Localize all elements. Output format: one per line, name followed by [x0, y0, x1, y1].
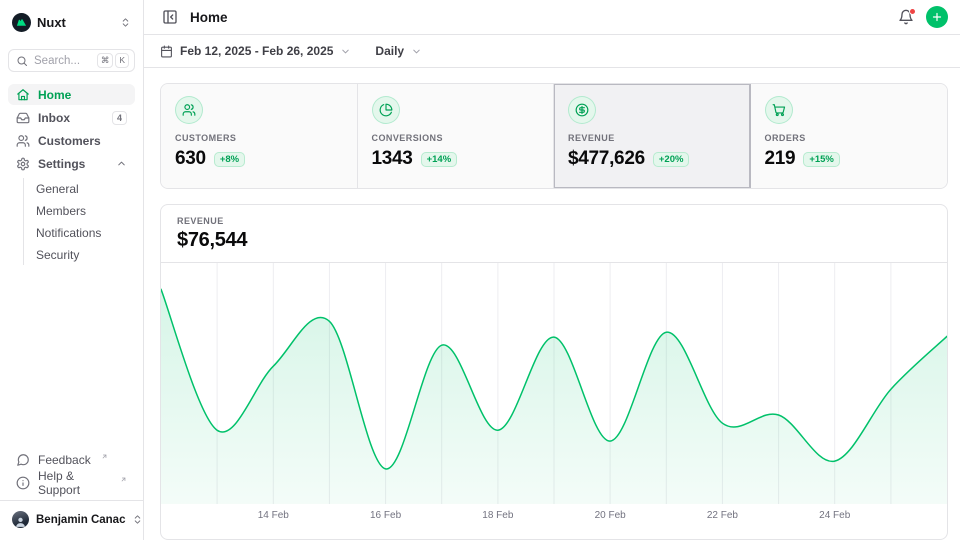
notifications-button[interactable] [896, 7, 916, 27]
sidebar-item-notifications[interactable]: Notifications [26, 222, 135, 243]
page-header: Home [144, 0, 960, 35]
help-support-link[interactable]: Help & Support [8, 472, 135, 493]
search-icon [16, 55, 28, 67]
sidebar-item-customers[interactable]: Customers [8, 130, 135, 151]
shopping-cart-icon [765, 96, 793, 124]
stat-delta-badge: +20% [653, 152, 690, 167]
avatar [12, 511, 29, 528]
x-axis-tick: 22 Feb [707, 510, 738, 521]
chevrons-up-down-icon [132, 514, 143, 525]
search-shortcut: ⌘ K [97, 53, 129, 68]
sidebar-item-settings[interactable]: Settings [8, 153, 135, 174]
sidebar-collapse-button[interactable] [160, 7, 180, 27]
filters-toolbar: Feb 12, 2025 - Feb 26, 2025 Daily [144, 35, 960, 68]
stat-value: 219 [765, 148, 796, 170]
stat-value: $477,626 [568, 148, 645, 170]
sidebar-footer-links: Feedback Help & Support [8, 449, 135, 493]
users-icon [16, 134, 30, 148]
x-axis-tick: 24 Feb [819, 510, 850, 521]
sidebar-item-label: Home [38, 88, 127, 102]
users-icon [175, 96, 203, 124]
sidebar-item-members[interactable]: Members [26, 200, 135, 221]
stat-card-orders[interactable]: ORDERS 219 +15% [751, 84, 948, 188]
date-range-label: Feb 12, 2025 - Feb 26, 2025 [180, 44, 333, 58]
stat-delta-badge: +15% [803, 152, 840, 167]
chart-metric-label: REVENUE [177, 216, 931, 226]
external-link-icon [101, 453, 108, 460]
stat-delta-badge: +14% [421, 152, 458, 167]
date-range-picker[interactable]: Feb 12, 2025 - Feb 26, 2025 [160, 44, 351, 58]
pie-chart-icon [372, 96, 400, 124]
panel-left-close-icon [162, 9, 178, 25]
x-axis-tick: 16 Feb [370, 510, 401, 521]
user-name: Benjamin Canac [36, 514, 125, 526]
stat-label: CONVERSIONS [372, 133, 443, 143]
x-axis-tick: 20 Feb [595, 510, 626, 521]
stat-label: CUSTOMERS [175, 133, 236, 143]
calendar-icon [160, 45, 173, 58]
stat-card-conversions[interactable]: CONVERSIONS 1343 +14% [358, 84, 555, 188]
stats-cards: CUSTOMERS 630 +8% CONVERSIONS 1343 +14% RE… [160, 83, 948, 189]
chart-plot-area[interactable] [161, 263, 947, 504]
info-icon [16, 476, 30, 490]
feedback-label: Feedback [38, 453, 91, 467]
chart-x-axis: 14 Feb 16 Feb 18 Feb 20 Feb 22 Feb 24 Feb [161, 504, 947, 532]
stat-label: REVENUE [568, 133, 615, 143]
chevron-down-icon [340, 46, 351, 57]
sidebar-item-label: Settings [38, 157, 108, 171]
search-input[interactable]: Search... ⌘ K [8, 49, 135, 72]
sidebar-item-home[interactable]: Home [8, 84, 135, 105]
inbox-count-badge: 4 [112, 111, 127, 125]
revenue-area-chart [161, 263, 947, 504]
chevron-up-icon [116, 158, 127, 169]
user-menu[interactable]: Benjamin Canac [8, 507, 135, 532]
inbox-icon [16, 111, 30, 125]
help-support-label: Help & Support [38, 469, 110, 497]
stat-value: 1343 [372, 148, 413, 170]
chevron-down-icon [411, 46, 422, 57]
add-button[interactable] [926, 6, 948, 28]
sidebar-item-label: Customers [38, 134, 127, 148]
stat-delta-badge: +8% [214, 152, 245, 167]
sidebar-nav: Home Inbox 4 Customers Settings [8, 84, 135, 265]
page-content: CUSTOMERS 630 +8% CONVERSIONS 1343 +14% RE… [144, 68, 960, 540]
stat-card-revenue[interactable]: REVENUE $477,626 +20% [554, 84, 751, 188]
circle-dollar-icon [568, 96, 596, 124]
external-link-icon [120, 476, 127, 483]
sidebar-spacer [8, 265, 135, 449]
page-title: Home [190, 10, 886, 25]
home-icon [16, 88, 30, 102]
workspace-switcher[interactable]: Nuxt [8, 10, 135, 34]
chevrons-up-down-icon [120, 17, 131, 28]
chart-total-value: $76,544 [177, 229, 931, 252]
x-axis-tick: 18 Feb [482, 510, 513, 521]
revenue-chart-card: REVENUE $76,544 14 Feb 16 Feb 18 Feb 20 Feb… [160, 204, 948, 540]
feedback-link[interactable]: Feedback [8, 449, 135, 470]
stat-card-customers[interactable]: CUSTOMERS 630 +8% [161, 84, 358, 188]
kbd-k: K [115, 53, 129, 68]
sidebar-item-general[interactable]: General [26, 178, 135, 199]
gear-icon [16, 157, 30, 171]
stat-value: 630 [175, 148, 206, 170]
settings-submenu: General Members Notifications Security [23, 178, 135, 265]
kbd-meta: ⌘ [97, 53, 114, 68]
workspace-name: Nuxt [37, 15, 114, 30]
app-root: Nuxt Search... ⌘ K Home [0, 0, 960, 540]
main-area: Home Feb 12, 2025 - Feb 26, 2025 Daily [144, 0, 960, 540]
stat-label: ORDERS [765, 133, 806, 143]
nuxt-logo-icon [12, 13, 31, 32]
sidebar-item-inbox[interactable]: Inbox 4 [8, 107, 135, 128]
x-axis-tick: 14 Feb [258, 510, 289, 521]
period-label: Daily [375, 44, 404, 58]
sidebar-divider [0, 500, 143, 501]
notification-dot [909, 8, 916, 15]
sidebar: Nuxt Search... ⌘ K Home [0, 0, 144, 540]
search-placeholder: Search... [34, 55, 91, 67]
sidebar-item-label: Inbox [38, 111, 104, 125]
chat-bubble-icon [16, 453, 30, 467]
period-select[interactable]: Daily [375, 44, 422, 58]
chart-header: REVENUE $76,544 [161, 205, 947, 262]
sidebar-item-security[interactable]: Security [26, 244, 135, 265]
plus-icon [931, 11, 943, 23]
